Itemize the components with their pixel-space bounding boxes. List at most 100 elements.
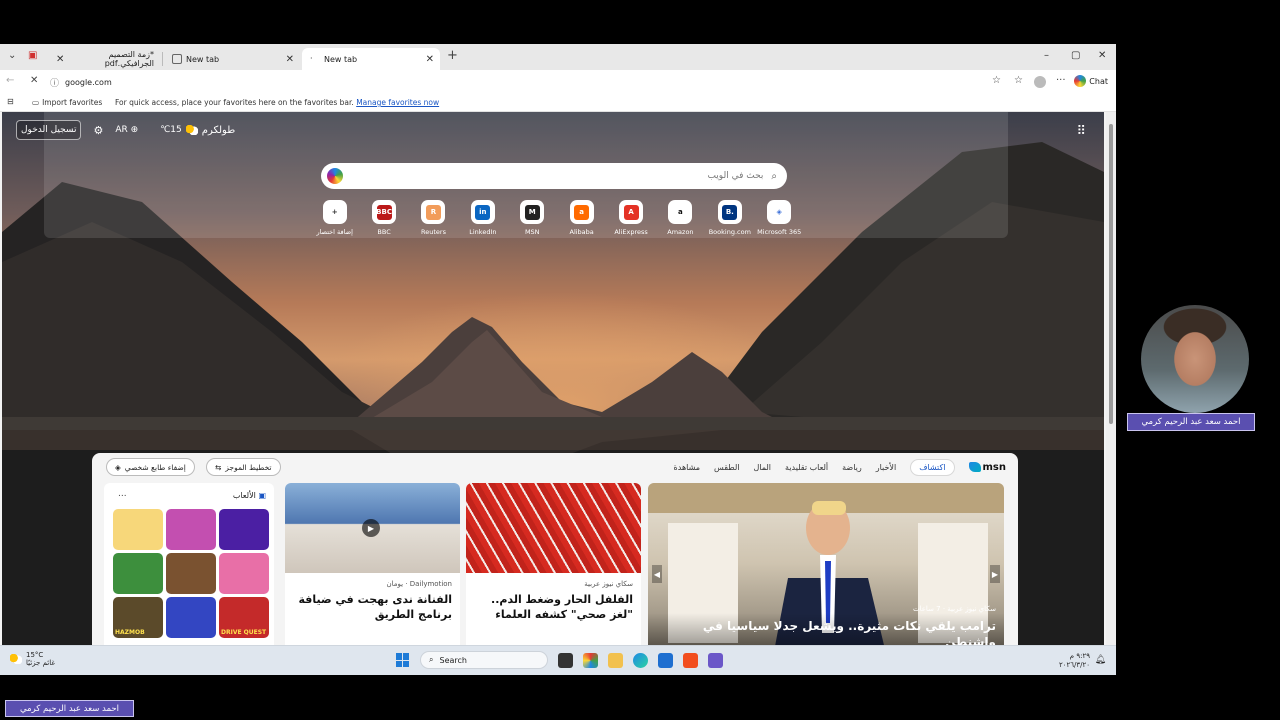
- msn-logo[interactable]: msn: [968, 462, 1006, 473]
- browser-toolbar: ← ✕ ⓘ google.com ☆ ☆ ··· Chat: [0, 70, 1116, 94]
- games-grid: HAZMOB DRIVE QUEST: [113, 509, 269, 638]
- feed-tab-sports[interactable]: رياضة: [842, 463, 862, 472]
- quick-link-glyph: R: [425, 204, 441, 220]
- widgets-icon[interactable]: [583, 652, 598, 668]
- quick-link-2[interactable]: R Reuters: [409, 200, 458, 236]
- close-icon[interactable]: ✕: [426, 54, 434, 65]
- quick-link-0[interactable]: + إضافة اختصار: [310, 200, 359, 236]
- close-icon[interactable]: ✕: [56, 54, 64, 65]
- quick-link-6[interactable]: A AliExpress: [606, 200, 655, 236]
- store-icon[interactable]: [658, 652, 673, 668]
- address-text: google.com: [65, 77, 112, 87]
- quick-link-label: Microsoft 365: [757, 228, 802, 236]
- game-tile[interactable]: [219, 553, 269, 594]
- teams-icon[interactable]: [708, 652, 723, 668]
- quick-link-icon: a: [569, 200, 594, 224]
- news-card-1-image: ▶: [285, 483, 460, 573]
- taskbar-weather[interactable]: 15°C غائم جزئيًا: [10, 651, 55, 667]
- quick-link-label: Amazon: [667, 228, 694, 236]
- msn-feed: msn اكتشاف الأخبار رياضة ألعاب تقليدية ا…: [92, 453, 1018, 675]
- close-icon[interactable]: ✕: [286, 54, 294, 65]
- import-favorites-button[interactable]: ▭ Import favorites: [32, 98, 102, 107]
- copilot-chat-button[interactable]: Chat: [1074, 75, 1108, 87]
- games-more-icon[interactable]: ...: [118, 489, 127, 499]
- games-icon: ▣: [258, 491, 266, 500]
- apps-grid-icon[interactable]: ⠿: [1076, 124, 1086, 139]
- feed-tab-weather[interactable]: الطقس: [714, 463, 739, 472]
- more-options-icon[interactable]: ···: [1056, 75, 1066, 86]
- quick-link-5[interactable]: a Alibaba: [557, 200, 606, 236]
- tab-new-active[interactable]: · New tab ✕: [302, 48, 440, 70]
- minimize-button[interactable]: –: [1044, 50, 1049, 61]
- site-info-icon[interactable]: ⓘ: [50, 76, 59, 89]
- quick-link-4[interactable]: M MSN: [508, 200, 557, 236]
- game-tile[interactable]: [166, 597, 216, 638]
- quick-link-glyph: a: [672, 204, 688, 220]
- new-tab-button[interactable]: +: [447, 48, 458, 63]
- tab-actions-chevron-icon[interactable]: ⌄: [8, 50, 16, 61]
- language-selector[interactable]: AR ⊕: [115, 125, 138, 135]
- stop-loading-icon[interactable]: ✕: [30, 75, 38, 86]
- quick-link-3[interactable]: in LinkedIn: [458, 200, 507, 236]
- quick-link-9[interactable]: ◈ Microsoft 365: [755, 200, 804, 236]
- brave-browser-icon[interactable]: [683, 652, 698, 668]
- quick-link-8[interactable]: B. Booking.com: [705, 200, 754, 236]
- feed-tab-games[interactable]: ألعاب تقليدية: [785, 463, 828, 472]
- page-scrollbar[interactable]: [1106, 112, 1116, 675]
- manage-favorites-link[interactable]: Manage favorites now: [356, 98, 439, 107]
- copilot-search-icon[interactable]: [327, 168, 343, 184]
- game-tile[interactable]: HAZMOB: [113, 597, 163, 638]
- tab-pdf[interactable]: *زمة التصميم الجرافيكي.pdf ✕: [56, 48, 162, 70]
- personalize-button[interactable]: إضفاء طابع شخصي ◈: [106, 458, 195, 476]
- quick-link-label: Reuters: [421, 228, 446, 236]
- feed-tab-news[interactable]: الأخبار: [876, 463, 896, 472]
- quick-link-icon: in: [470, 200, 495, 224]
- screen: ⌄ ▣ *زمة التصميم الجرافيكي.pdf ✕ New tab…: [0, 44, 1116, 675]
- copilot-icon: [1074, 75, 1087, 87]
- game-tile[interactable]: [219, 509, 269, 550]
- task-view-icon[interactable]: [558, 652, 573, 668]
- favorites-bar: ⊟ ▭ Import favorites For quick access, p…: [0, 94, 1116, 112]
- carousel-next-icon[interactable]: ▶: [990, 565, 1000, 583]
- game-tile[interactable]: [113, 553, 163, 594]
- profile-avatar-icon[interactable]: [1034, 76, 1046, 88]
- settings-gear-icon[interactable]: ⚙: [93, 124, 103, 137]
- sidebar-toggle-icon[interactable]: ⊟: [7, 97, 14, 106]
- game-tile[interactable]: [166, 509, 216, 550]
- scrollbar-thumb[interactable]: [1109, 124, 1113, 424]
- notification-bell-icon[interactable]: 🔔︎: [1095, 655, 1106, 665]
- carousel-prev-icon[interactable]: ◀: [652, 565, 662, 583]
- favorites-icon[interactable]: ☆: [1014, 75, 1023, 86]
- news-card-1-title: الفنانة ندى بهجت في ضيافة برنامج الطريق: [298, 593, 452, 621]
- start-windows-icon[interactable]: [396, 653, 410, 667]
- quick-link-glyph: B.: [722, 204, 738, 220]
- game-tile[interactable]: DRIVE QUEST: [219, 597, 269, 638]
- address-bar[interactable]: ⓘ google.com: [44, 72, 984, 92]
- weather-widget[interactable]: طولكرم 15℃: [160, 125, 235, 136]
- file-explorer-icon[interactable]: [608, 652, 623, 668]
- close-window-button[interactable]: ✕: [1098, 50, 1106, 61]
- feed-layout-button[interactable]: تخطيط الموجز ⇆: [206, 458, 281, 476]
- feed-tab-discover[interactable]: اكتشاف: [910, 458, 955, 476]
- quick-link-icon: A: [619, 200, 644, 224]
- edge-browser-icon[interactable]: [633, 652, 648, 668]
- quick-link-label: إضافة اختصار: [316, 228, 353, 236]
- feed-tab-money[interactable]: المال: [753, 463, 771, 472]
- tab-new-1[interactable]: New tab ✕: [164, 48, 300, 70]
- game-tile[interactable]: [113, 509, 163, 550]
- globe-icon: ⊕: [130, 125, 139, 135]
- game-tile[interactable]: [166, 553, 216, 594]
- signin-button[interactable]: تسجيل الدخول: [16, 120, 82, 140]
- quick-link-1[interactable]: BBC BBC: [359, 200, 408, 236]
- taskbar-clock[interactable]: ٩:٢٩ م ٢٠٢٦/٣/٢٠: [1059, 652, 1090, 670]
- taskbar-search[interactable]: ⌕ Search: [420, 651, 548, 669]
- sliders-icon: ⇆: [215, 462, 222, 472]
- back-arrow-icon[interactable]: ←: [6, 75, 14, 86]
- quick-link-7[interactable]: a Amazon: [656, 200, 705, 236]
- quick-link-glyph: BBC: [376, 204, 392, 220]
- maximize-button[interactable]: ▢: [1071, 50, 1080, 61]
- feed-tab-watch[interactable]: مشاهدة: [674, 463, 700, 472]
- web-search-box[interactable]: ⌕ بحث في الويب: [321, 163, 787, 189]
- search-icon: ⌕: [771, 170, 777, 182]
- favorite-star-icon[interactable]: ☆: [992, 75, 1001, 86]
